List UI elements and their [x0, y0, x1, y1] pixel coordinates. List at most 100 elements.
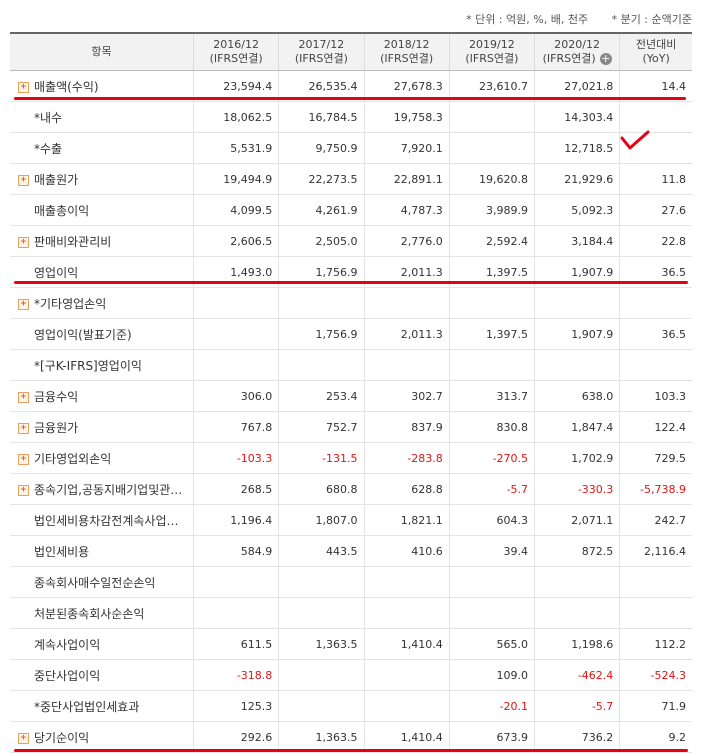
value-cell — [278, 659, 365, 691]
value-cell — [448, 349, 535, 381]
value-cell: 736.2 — [534, 721, 620, 753]
yoy-cell: 112.2 — [619, 628, 692, 660]
row-label: 법인세비용차감전계속사업… — [34, 513, 179, 528]
value-cell: 313.7 — [448, 380, 535, 412]
table-row: *[구K-IFRS]영업이익 — [10, 349, 692, 381]
value-cell: -131.5 — [278, 442, 365, 474]
row-label-cell: 매출총이익 — [10, 194, 194, 226]
value-cell: -283.8 — [363, 442, 450, 474]
table-row: 중단사업이익 -318.8 109.0 -462.4 -524.3 — [10, 659, 692, 691]
value-cell: 9,750.9 — [278, 132, 365, 164]
value-cell: 1,702.9 — [534, 442, 620, 474]
value-cell: 19,758.3 — [363, 101, 450, 133]
expand-row-icon[interactable]: + — [18, 485, 29, 496]
row-label: 종속회사매수일전순손익 — [34, 575, 156, 590]
row-label-cell: 영업이익(발표기준) — [10, 318, 194, 350]
row-label-cell[interactable]: + 금융수익 — [10, 380, 194, 412]
row-label: 계속사업이익 — [34, 637, 101, 652]
value-cell — [448, 101, 535, 133]
value-cell: 2,071.1 — [534, 504, 620, 536]
value-cell — [363, 349, 450, 381]
value-cell: 2,606.5 — [193, 225, 279, 257]
row-label: 법인세비용 — [34, 544, 90, 559]
row-label: 처분된종속회사순손익 — [34, 606, 145, 621]
row-label-cell[interactable]: + 당기순이익 — [10, 721, 194, 753]
row-label: *[구K-IFRS]영업이익 — [34, 358, 142, 373]
value-cell: 628.8 — [363, 473, 450, 505]
value-cell: -270.5 — [448, 442, 535, 474]
row-label-cell[interactable]: + *기타영업손익 — [10, 287, 194, 319]
value-cell: 1,756.9 — [278, 318, 365, 350]
value-cell: 5,092.3 — [534, 194, 620, 226]
row-label: *내수 — [34, 110, 63, 125]
expand-row-icon[interactable]: + — [18, 423, 29, 434]
value-cell — [363, 597, 450, 629]
table-row: + 종속기업,공동지배기업및관… 268.5 680.8 628.8 -5.7 -330.3… — [10, 473, 692, 505]
value-cell — [448, 597, 535, 629]
value-cell — [534, 566, 620, 598]
column-header-item: 항목 — [10, 32, 194, 71]
row-label: 당기순이익 — [34, 730, 90, 745]
value-cell — [363, 566, 450, 598]
expand-row-icon[interactable]: + — [18, 733, 29, 744]
value-cell: 3,184.4 — [534, 225, 620, 257]
value-cell — [534, 349, 620, 381]
value-cell: 2,011.3 — [363, 318, 450, 350]
expand-row-icon[interactable]: + — [18, 299, 29, 310]
row-label: 중단사업이익 — [34, 668, 101, 683]
expand-row-icon[interactable]: + — [18, 392, 29, 403]
row-label-cell: 법인세비용 — [10, 535, 194, 567]
value-cell: 22,891.1 — [363, 163, 450, 195]
row-label-cell: 법인세비용차감전계속사업… — [10, 504, 194, 536]
unit-note-text: * 단위 : 억원, %, 배, 천주 — [466, 13, 589, 26]
yoy-cell: 11.8 — [619, 163, 692, 195]
expand-columns-icon[interactable]: + — [599, 53, 612, 65]
value-cell: 1,196.4 — [193, 504, 279, 536]
table-row: 매출총이익 4,099.5 4,261.9 4,787.3 3,989.9 5,092.3… — [10, 194, 692, 226]
row-label-cell: 계속사업이익 — [10, 628, 194, 660]
expand-row-icon[interactable]: + — [18, 175, 29, 186]
value-cell — [448, 132, 535, 164]
table-row: + 금융원가 767.8 752.7 837.9 830.8 1,847.4 122.4 — [10, 411, 692, 443]
value-cell: 2,592.4 — [448, 225, 535, 257]
value-cell: 584.9 — [193, 535, 279, 567]
row-label-cell[interactable]: + 기타영업외손익 — [10, 442, 194, 474]
value-cell: 837.9 — [363, 411, 450, 443]
yoy-cell: 22.8 — [619, 225, 692, 257]
value-cell — [534, 287, 620, 319]
row-label-cell[interactable]: + 종속기업,공동지배기업및관… — [10, 473, 194, 505]
yoy-cell: 71.9 — [619, 690, 692, 722]
table-row: *수출 5,531.9 9,750.9 7,920.1 12,718.5 — [10, 132, 692, 164]
table-row: 처분된종속회사순손익 — [10, 597, 692, 629]
value-cell — [193, 349, 279, 381]
yoy-cell: -524.3 — [619, 659, 692, 691]
expand-row-icon[interactable]: + — [18, 237, 29, 248]
table-row: + 판매비와관리비 2,606.5 2,505.0 2,776.0 2,592.4 3,18… — [10, 225, 692, 257]
row-label-cell[interactable]: + 매출원가 — [10, 163, 194, 195]
table-row: + *기타영업손익 — [10, 287, 692, 319]
row-label-cell[interactable]: + 금융원가 — [10, 411, 194, 443]
value-cell: 1,363.5 — [278, 721, 365, 753]
value-cell: 19,494.9 — [193, 163, 279, 195]
value-cell: 767.8 — [193, 411, 279, 443]
value-cell: 1,847.4 — [534, 411, 620, 443]
expand-row-icon[interactable]: + — [18, 454, 29, 465]
value-cell: 1,821.1 — [363, 504, 450, 536]
value-cell: 680.8 — [278, 473, 365, 505]
row-label: *기타영업손익 — [34, 296, 107, 311]
row-label-cell[interactable]: + 판매비와관리비 — [10, 225, 194, 257]
row-label: 판매비와관리비 — [34, 234, 112, 249]
yoy-cell: 36.5 — [619, 318, 692, 350]
row-label: *수출 — [34, 141, 63, 156]
value-cell: 39.4 — [448, 535, 535, 567]
row-label-cell: *내수 — [10, 101, 194, 133]
yoy-cell: 122.4 — [619, 411, 692, 443]
row-label: 영업이익 — [34, 265, 79, 280]
value-cell: 268.5 — [193, 473, 279, 505]
expand-row-icon[interactable]: + — [18, 82, 29, 93]
column-header-year: 2017/12 (IFRS연결) — [278, 32, 365, 71]
value-cell: 604.3 — [448, 504, 535, 536]
table-row: 법인세비용 584.9 443.5 410.6 39.4 872.5 2,116.4 — [10, 535, 692, 567]
value-cell — [278, 690, 365, 722]
value-cell — [193, 566, 279, 598]
